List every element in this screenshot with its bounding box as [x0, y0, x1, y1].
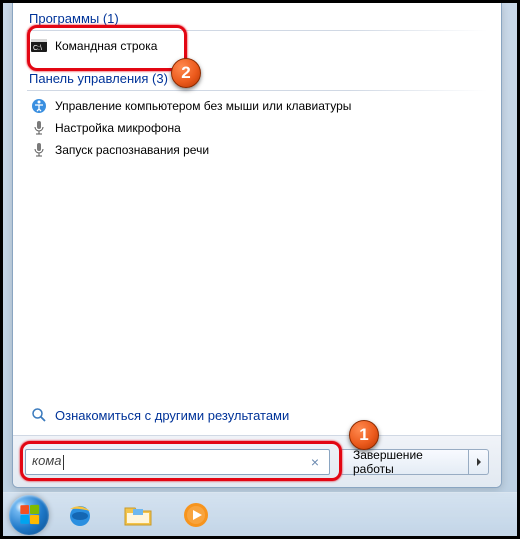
result-label: Настройка микрофона — [55, 121, 181, 135]
programs-header: Программы (1) — [13, 3, 501, 28]
svg-text:C:\: C:\ — [33, 45, 42, 52]
shutdown-options-button[interactable] — [469, 449, 489, 475]
microphone-icon — [31, 120, 47, 136]
taskbar-explorer[interactable] — [111, 497, 165, 533]
cmd-icon: C:\ — [31, 38, 47, 54]
taskbar — [3, 492, 517, 536]
more-results-label: Ознакомиться с другими результатами — [55, 408, 289, 423]
chevron-right-icon — [475, 458, 483, 466]
media-player-icon — [182, 501, 210, 529]
file-explorer-icon — [123, 502, 153, 528]
result-microphone[interactable]: Настройка микрофона — [13, 117, 501, 139]
clear-search-button[interactable]: × — [307, 454, 323, 470]
taskbar-ie[interactable] — [53, 497, 107, 533]
result-label: Управление компьютером без мыши или клав… — [55, 99, 351, 113]
start-menu-footer: кома × Завершение работы — [13, 435, 501, 487]
search-text: кома — [32, 453, 64, 469]
shutdown-button[interactable]: Завершение работы — [340, 449, 469, 475]
internet-explorer-icon — [66, 501, 94, 529]
taskbar-media-player[interactable] — [169, 497, 223, 533]
control-panel-header: Панель управления (3) — [13, 63, 501, 88]
start-button[interactable] — [9, 495, 49, 535]
start-menu-panel: Программы (1) C:\ Командная строка Панел… — [12, 3, 502, 488]
result-accessibility[interactable]: Управление компьютером без мыши или клав… — [13, 95, 501, 117]
ease-of-access-icon — [31, 98, 47, 114]
microphone-icon — [31, 142, 47, 158]
shutdown-label: Завершение работы — [353, 448, 456, 476]
divider — [27, 90, 487, 91]
result-cmd[interactable]: C:\ Командная строка — [13, 35, 501, 57]
divider — [27, 30, 487, 31]
result-speech[interactable]: Запуск распознавания речи — [13, 139, 501, 161]
search-box[interactable]: кома × — [25, 449, 330, 475]
search-icon — [31, 407, 47, 423]
more-results-link[interactable]: Ознакомиться с другими результатами — [27, 403, 293, 427]
result-label: Командная строка — [55, 39, 157, 53]
windows-logo-icon — [20, 505, 39, 525]
result-label: Запуск распознавания речи — [55, 143, 209, 157]
